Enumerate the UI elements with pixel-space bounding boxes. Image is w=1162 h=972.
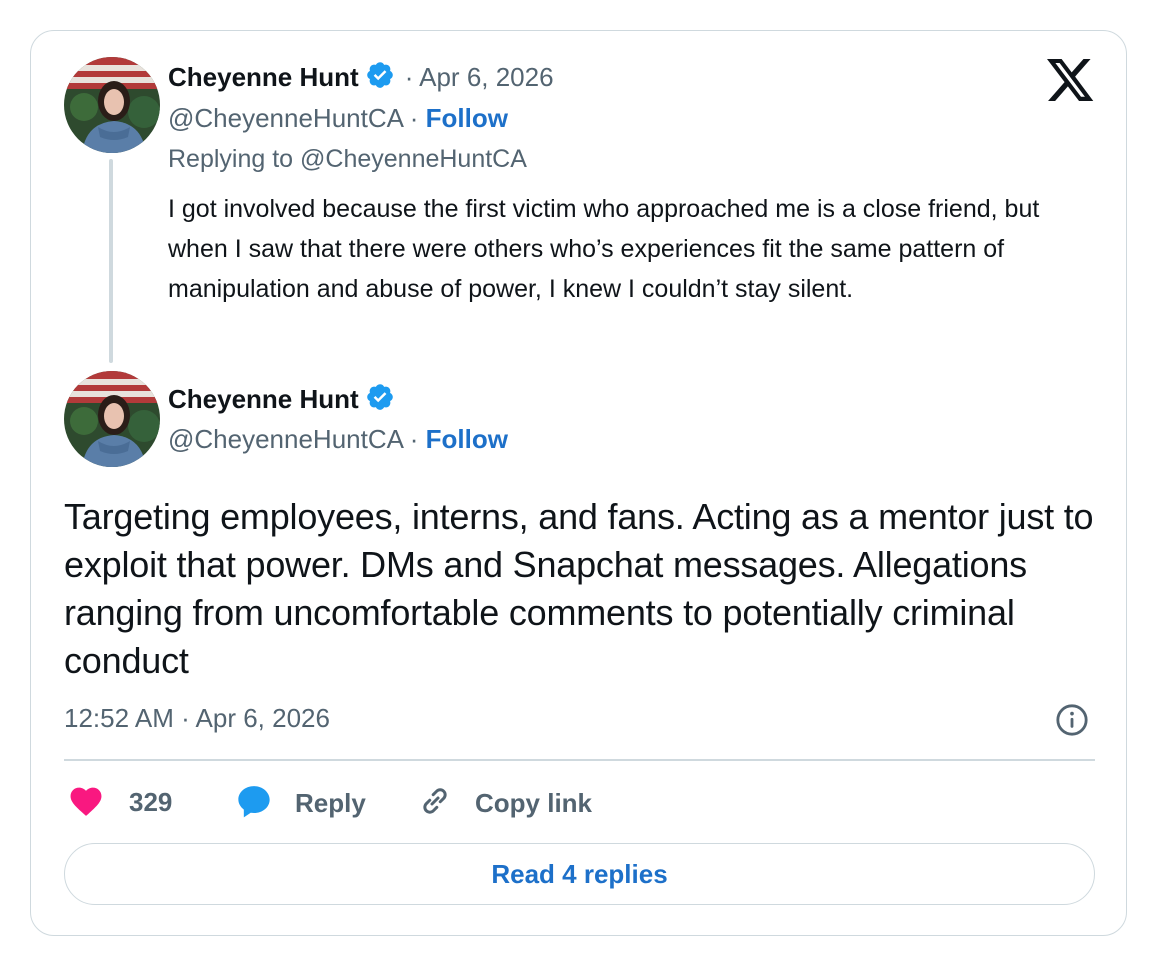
thread-connector-line <box>109 159 113 363</box>
info-icon[interactable] <box>1055 703 1089 742</box>
main-tweet-text: Targeting employees, interns, and fans. … <box>64 496 1094 681</box>
link-icon <box>417 783 453 824</box>
copy-link-button[interactable]: Copy link <box>417 783 592 824</box>
follow-button[interactable]: Follow <box>426 424 508 454</box>
heart-icon <box>67 783 105 822</box>
avatar-image <box>64 57 160 153</box>
tweet-embed-card: Cheyenne Hunt · Apr 6, 2026 @CheyenneHun… <box>30 30 1127 936</box>
reply-label: Reply <box>295 788 366 818</box>
parent-handle-row: @CheyenneHuntCA · Follow <box>168 103 508 134</box>
main-handle-row: @CheyenneHuntCA · Follow <box>168 424 508 455</box>
follow-button[interactable]: Follow <box>426 103 508 133</box>
reply-button[interactable]: Reply <box>235 783 366 824</box>
copy-link-label: Copy link <box>475 788 593 818</box>
handle-separator: · <box>402 424 426 454</box>
like-count: 329 <box>129 787 173 817</box>
tweet-date[interactable]: · Apr 6, 2026 <box>405 62 554 93</box>
read-replies-label: Read 4 replies <box>491 858 668 889</box>
replying-to-label: Replying to @CheyenneHuntCA <box>168 145 527 173</box>
divider <box>64 759 1095 761</box>
author-avatar[interactable] <box>64 371 160 467</box>
avatar-image <box>64 371 160 467</box>
author-handle[interactable]: @CheyenneHuntCA <box>168 103 403 133</box>
author-name[interactable]: Cheyenne Hunt <box>168 384 359 415</box>
parent-tweet-header: Cheyenne Hunt · Apr 6, 2026 <box>168 59 554 95</box>
author-avatar[interactable] <box>64 57 160 153</box>
author-name[interactable]: Cheyenne Hunt <box>168 62 359 93</box>
main-tweet-header: Cheyenne Hunt <box>168 381 395 417</box>
reply-bubble-icon <box>235 783 273 824</box>
verified-badge-icon <box>365 60 395 95</box>
verified-badge-icon <box>365 382 395 417</box>
read-replies-button[interactable]: Read 4 replies <box>64 843 1095 905</box>
author-handle[interactable]: @CheyenneHuntCA <box>168 424 403 454</box>
handle-separator: · <box>402 103 426 133</box>
parent-tweet-text: I got involved because the first victim … <box>168 195 1040 303</box>
x-logo-icon[interactable] <box>1047 59 1095 108</box>
tweet-timestamp[interactable]: 12:52 AM · Apr 6, 2026 <box>64 703 330 734</box>
like-button[interactable]: 329 <box>67 783 172 822</box>
